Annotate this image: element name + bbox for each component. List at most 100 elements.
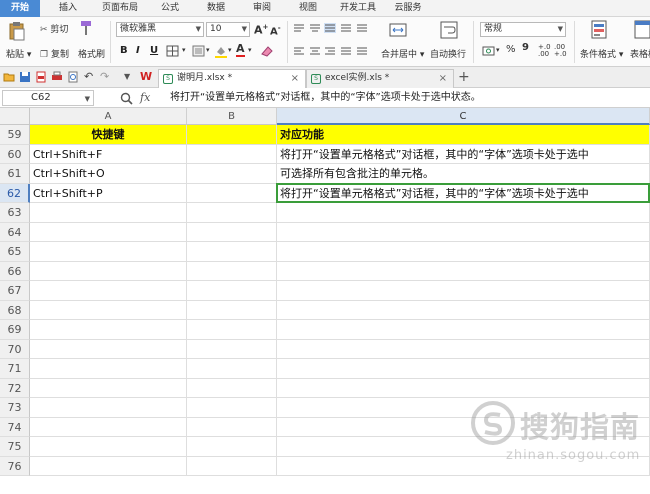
tab-home[interactable]: 开始 [0,0,40,17]
close-icon[interactable]: × [439,70,447,87]
column-header-a[interactable]: A [30,108,187,125]
cell-a[interactable] [30,320,187,340]
underline-button[interactable]: U [150,45,158,56]
fx-button[interactable]: fx [140,91,150,104]
cell-b[interactable] [187,144,277,164]
chevron-down-icon[interactable]: ▾ [182,46,186,54]
cell-c[interactable] [277,242,650,262]
eraser-icon[interactable] [260,44,274,58]
doc-tab-excel-examples[interactable]: S excel实例.xls * × [306,69,454,88]
bold-button[interactable]: B [120,45,128,56]
cell-a[interactable]: Ctrl+Shift+F [30,144,187,164]
cell-c[interactable] [277,203,650,223]
decrease-decimal-button[interactable]: .00 +.0 [554,44,568,58]
increase-decimal-button[interactable]: +.0 .00 [538,44,552,58]
row-header[interactable]: 60 [0,144,30,164]
row-header[interactable]: 65 [0,242,30,262]
tab-data[interactable]: 数据 [198,0,234,17]
zoom-icon[interactable] [120,92,133,105]
horizontal-align-icons[interactable] [293,46,373,56]
comma-button[interactable]: 9 [522,42,529,53]
format-painter-icon[interactable] [80,20,94,36]
cell-c[interactable]: 对应功能 [277,125,650,145]
cell-a[interactable] [30,378,187,398]
table-style-button[interactable]: 表格样 [630,47,650,60]
tab-review[interactable]: 审阅 [244,0,280,17]
tab-page-layout[interactable]: 页面布局 [96,0,144,17]
cell-a[interactable] [30,456,187,476]
format-painter-button[interactable]: 格式刷 [78,47,105,60]
row-header[interactable]: 72 [0,378,30,398]
increase-font-icon[interactable]: A+ [254,23,268,37]
cell-b[interactable] [187,222,277,242]
row-header[interactable]: 69 [0,320,30,340]
cell-b[interactable] [187,456,277,476]
row-header[interactable]: 71 [0,359,30,379]
chevron-down-icon[interactable]: ▾ [228,46,232,54]
tab-formulas[interactable]: 公式 [152,0,188,17]
cell-a[interactable] [30,203,187,223]
select-all-corner[interactable] [0,108,30,125]
cell-c[interactable]: 将打开“设置单元格格式”对话框，其中的“字体”选项卡处于选中 [277,183,650,203]
borders-icon[interactable] [166,45,180,57]
cell-a[interactable] [30,300,187,320]
vertical-align-icons[interactable] [293,23,373,33]
row-header[interactable]: 70 [0,339,30,359]
undo-icon[interactable]: ↶ [84,70,93,83]
cell-a[interactable] [30,281,187,301]
chevron-down-icon[interactable]: ▾ [206,46,210,54]
cell-c[interactable] [277,378,650,398]
cell-b[interactable] [187,417,277,437]
cut-button[interactable]: ✂ 剪切 [40,22,68,35]
row-header[interactable]: 66 [0,261,30,281]
cell-b[interactable] [187,300,277,320]
row-header[interactable]: 67 [0,281,30,301]
print-icon[interactable] [51,71,63,83]
cell-a[interactable] [30,437,187,457]
redo-icon[interactable]: ↷ [100,70,109,83]
fill-color-icon[interactable] [214,44,228,58]
open-folder-icon[interactable] [3,71,15,83]
merge-center-icon[interactable] [389,21,407,39]
cell-a[interactable] [30,417,187,437]
cell-b[interactable] [187,437,277,457]
name-box[interactable]: C62 ▼ [2,90,94,106]
doc-tab-xieminyue[interactable]: S 谢明月.xlsx * × [158,69,306,88]
cell-a[interactable]: 快捷键 [30,125,187,145]
row-header[interactable]: 59 [0,125,30,145]
cell-a[interactable] [30,339,187,359]
new-tab-button[interactable]: + [458,69,470,85]
merge-center-button[interactable]: 合并居中 ▾ [381,47,424,60]
formula-input[interactable]: 将打开“设置单元格格式”对话框，其中的“字体”选项卡处于选中状态。 [170,90,648,106]
tab-view[interactable]: 视图 [290,0,326,17]
cell-b[interactable] [187,242,277,262]
tab-developer[interactable]: 开发工具 [334,0,382,17]
row-header[interactable]: 74 [0,417,30,437]
row-header[interactable]: 68 [0,300,30,320]
cell-a[interactable] [30,398,187,418]
cell-b[interactable] [187,359,277,379]
close-icon[interactable]: × [291,70,299,87]
table-style-icon[interactable] [634,20,650,40]
pdf-icon[interactable] [35,71,47,83]
italic-button[interactable]: I [136,45,140,56]
wrap-text-icon[interactable] [440,21,458,39]
cell-b[interactable] [187,261,277,281]
row-header[interactable]: 62 [0,183,30,203]
cell-style-icon[interactable] [192,45,206,57]
cell-a[interactable] [30,359,187,379]
cell-c[interactable] [277,339,650,359]
cell-c[interactable] [277,300,650,320]
cell-b[interactable] [187,183,277,203]
wrap-text-button[interactable]: 自动换行 [430,47,466,60]
paste-icon[interactable] [8,21,26,41]
customize-dropdown[interactable]: ▼ [124,72,130,81]
row-header[interactable]: 73 [0,398,30,418]
cell-a[interactable] [30,242,187,262]
chevron-down-icon[interactable]: ▾ [496,46,500,54]
conditional-format-button[interactable]: 条件格式 ▾ [580,47,623,60]
font-size-select[interactable]: 10 ▼ [206,22,250,37]
paste-button[interactable]: 粘贴 ▾ [6,47,31,60]
cell-a[interactable]: Ctrl+Shift+O [30,164,187,184]
cell-c[interactable] [277,359,650,379]
